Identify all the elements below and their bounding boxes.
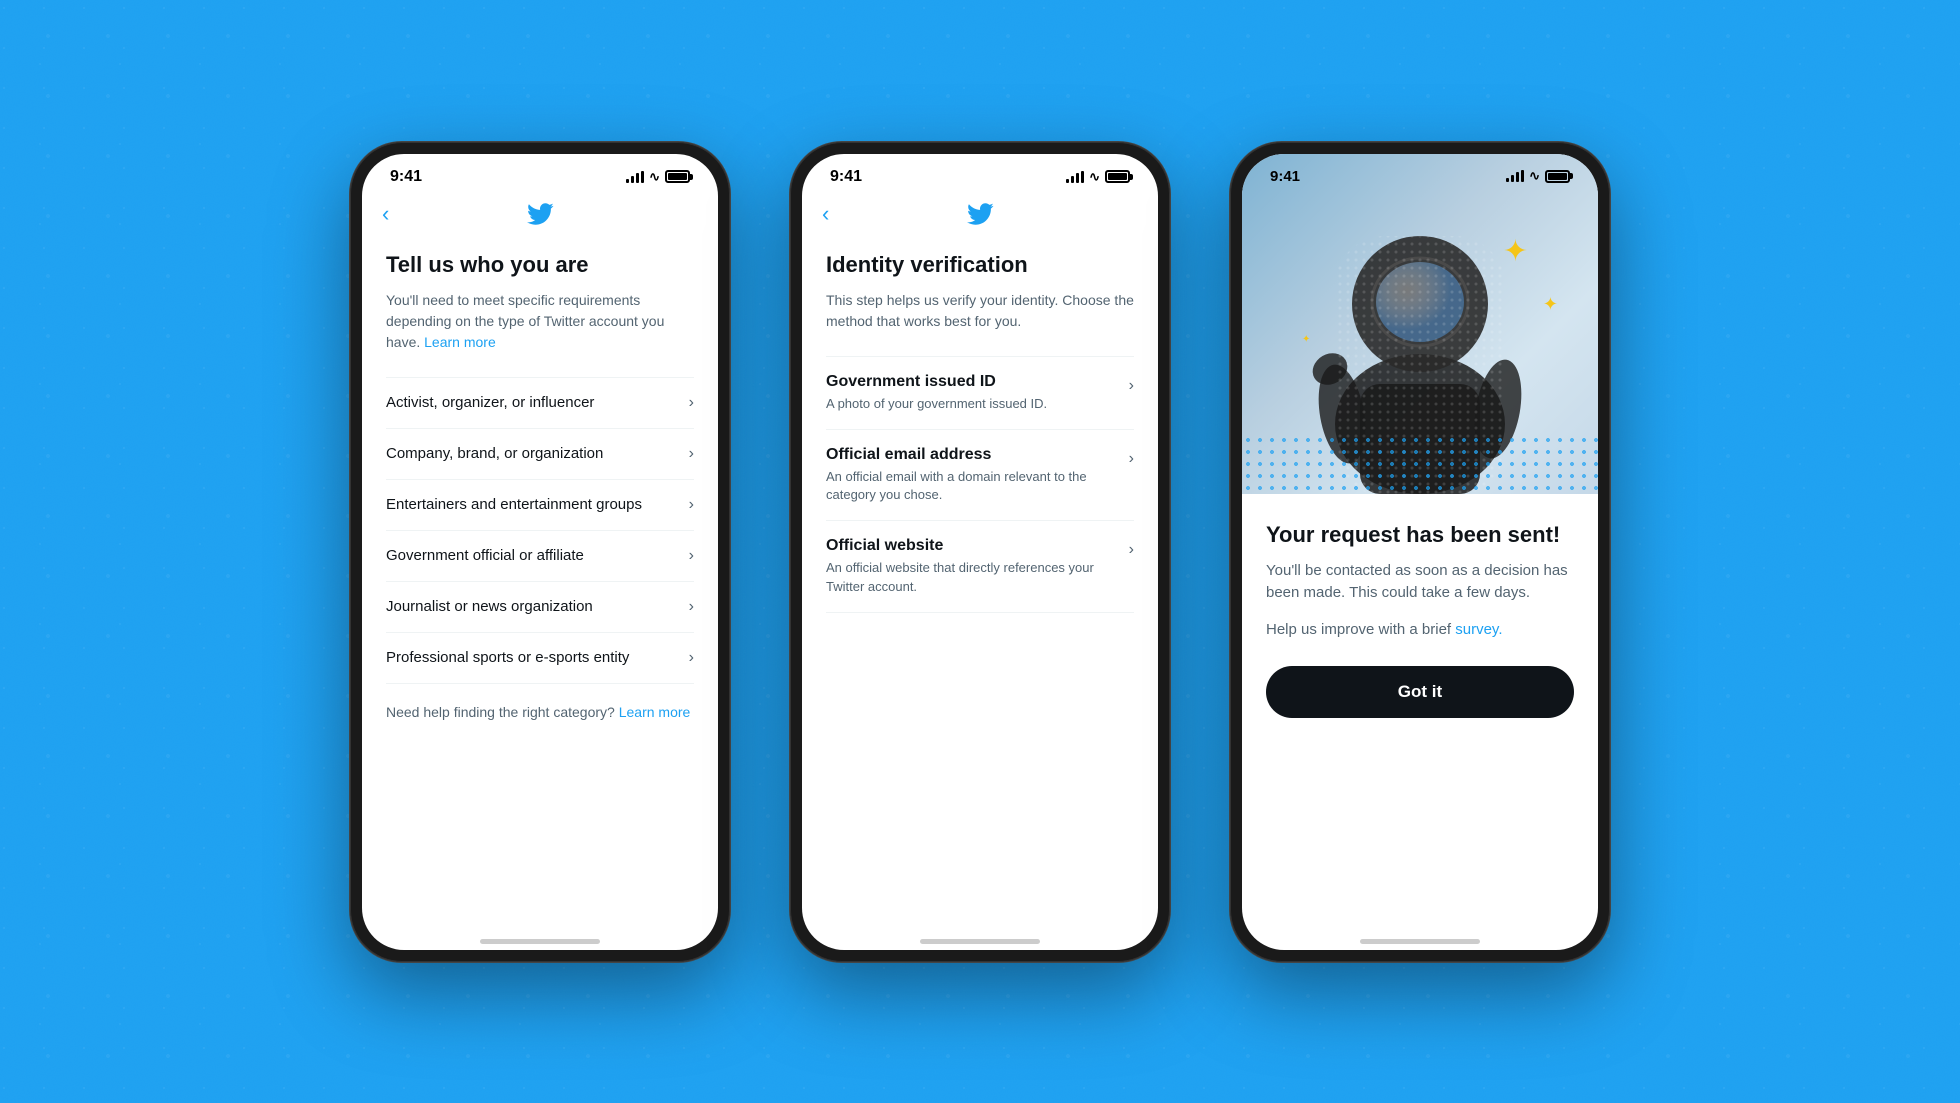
battery-icon-2 — [1105, 170, 1130, 183]
status-bar-3: 9:41 ∿ — [1242, 154, 1598, 191]
sparkle-icon-3: ✦ — [1302, 334, 1538, 345]
survey-prompt: Help us improve with a brief survey. — [1266, 621, 1574, 638]
category-item-activist[interactable]: Activist, organizer, or influencer › — [386, 377, 694, 429]
page-title-1: Tell us who you are — [386, 252, 694, 278]
back-button-1[interactable]: ‹ — [382, 201, 389, 227]
status-icons-1: ∿ — [626, 169, 690, 185]
home-indicator-3 — [1242, 930, 1598, 950]
verification-option-id[interactable]: Government issued ID A photo of your gov… — [826, 356, 1134, 430]
twitter-logo-1 — [526, 200, 554, 228]
verification-option-email[interactable]: Official email address An official email… — [826, 430, 1134, 521]
screen-content-1: Tell us who you are You'll need to meet … — [362, 232, 718, 930]
time-2: 9:41 — [830, 168, 862, 186]
survey-link[interactable]: survey. — [1455, 621, 1502, 638]
category-item-journalist[interactable]: Journalist or news organization › — [386, 582, 694, 633]
wifi-icon-3: ∿ — [1529, 168, 1540, 184]
page-subtitle-1: You'll need to meet specific requirement… — [386, 290, 694, 353]
chevron-icon-id: › — [1129, 377, 1134, 395]
nav-bar-1: ‹ — [362, 192, 718, 232]
status-bar-1: 9:41 ∿ — [362, 154, 718, 192]
category-item-sports[interactable]: Professional sports or e-sports entity › — [386, 633, 694, 684]
verification-desc-id: A photo of your government issued ID. — [826, 395, 1117, 413]
success-description: You'll be contacted as soon as a decisio… — [1266, 560, 1574, 605]
status-icons-2: ∿ — [1066, 169, 1130, 185]
wifi-icon-1: ∿ — [649, 169, 660, 185]
page-title-2: Identity verification — [826, 252, 1134, 278]
home-indicator-2 — [802, 930, 1158, 950]
status-icons-3: ∿ — [1506, 168, 1570, 184]
signal-bars-2 — [1066, 171, 1084, 183]
page-subtitle-2: This step helps us verify your identity.… — [826, 290, 1134, 332]
verification-title-email: Official email address — [826, 446, 1117, 464]
hero-image: 9:41 ∿ — [1242, 154, 1598, 494]
status-bar-2: 9:41 ∿ — [802, 154, 1158, 192]
success-title: Your request has been sent! — [1266, 522, 1574, 548]
verification-desc-website: An official website that directly refere… — [826, 559, 1117, 595]
chevron-icon-website: › — [1129, 541, 1134, 559]
category-item-company[interactable]: Company, brand, or organization › — [386, 429, 694, 480]
twitter-logo-2 — [966, 200, 994, 228]
verification-option-website[interactable]: Official website An official website tha… — [826, 521, 1134, 612]
verification-desc-email: An official email with a domain relevant… — [826, 468, 1117, 504]
chevron-icon-email: › — [1129, 450, 1134, 468]
phone-3: 9:41 ∿ — [1230, 142, 1610, 962]
help-text: Need help finding the right category? Le… — [386, 704, 694, 720]
chevron-icon-6: › — [689, 649, 694, 667]
signal-bars-1 — [626, 171, 644, 183]
dots-pattern — [1242, 434, 1598, 494]
battery-icon-1 — [665, 170, 690, 183]
category-item-entertainers[interactable]: Entertainers and entertainment groups › — [386, 480, 694, 531]
chevron-icon-1: › — [689, 394, 694, 412]
back-button-2[interactable]: ‹ — [822, 201, 829, 227]
wifi-icon-2: ∿ — [1089, 169, 1100, 185]
time-1: 9:41 — [390, 168, 422, 186]
learn-more-link-1[interactable]: Learn more — [424, 334, 496, 350]
sparkle-icon-2: ✦ — [1543, 294, 1558, 315]
help-learn-more-link[interactable]: Learn more — [619, 704, 691, 720]
verification-title-id: Government issued ID — [826, 373, 1117, 391]
chevron-icon-3: › — [689, 496, 694, 514]
battery-icon-3 — [1545, 170, 1570, 183]
got-it-button[interactable]: Got it — [1266, 666, 1574, 718]
home-indicator-1 — [362, 930, 718, 950]
category-list: Activist, organizer, or influencer › Com… — [386, 377, 694, 684]
chevron-icon-2: › — [689, 445, 694, 463]
screen-content-2: Identity verification This step helps us… — [802, 232, 1158, 930]
chevron-icon-4: › — [689, 547, 694, 565]
sparkle-icon-1: ✦ — [1503, 234, 1528, 269]
phone-1: 9:41 ∿ ‹ Tell us who you are You'll ne — [350, 142, 730, 962]
time-3: 9:41 — [1270, 168, 1300, 185]
nav-bar-2: ‹ — [802, 192, 1158, 232]
chevron-icon-5: › — [689, 598, 694, 616]
verification-title-website: Official website — [826, 537, 1117, 555]
category-item-government[interactable]: Government official or affiliate › — [386, 531, 694, 582]
phone-2: 9:41 ∿ ‹ Identity verification This step… — [790, 142, 1170, 962]
signal-bars-3 — [1506, 170, 1524, 182]
success-content: Your request has been sent! You'll be co… — [1242, 494, 1598, 930]
